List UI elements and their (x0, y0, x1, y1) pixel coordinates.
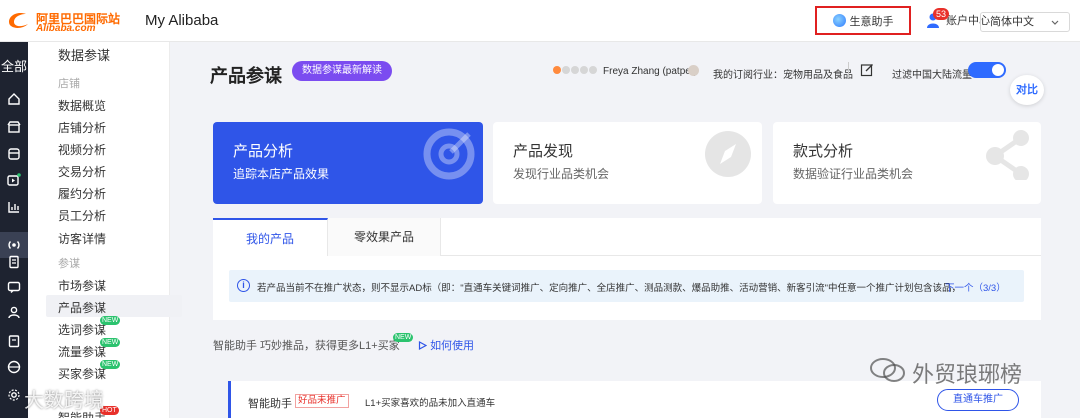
sidebar-item-store-analysis[interactable]: 店铺分析 (58, 119, 106, 136)
subscribed-industry: 我的订阅行业：宠物用品及食品 (713, 70, 853, 81)
row-label: 智能助手 (248, 398, 292, 410)
sidebar-item-staff-analysis[interactable]: 员工分析 (58, 207, 106, 224)
sidebar-item-keyword-advisor[interactable]: 选词参谋 (58, 321, 106, 338)
rating-dot (553, 66, 561, 74)
assistant-label: 生意助手 (849, 15, 894, 28)
alibaba-logo[interactable]: 阿里巴巴国际站 Alibaba.com (6, 8, 120, 36)
sidebar-item-product-advisor[interactable]: 产品参谋 (58, 299, 106, 316)
card-subtitle: 数据验证行业品类机会 (793, 167, 914, 181)
alibaba-logo-icon (9, 12, 28, 28)
page-title: 产品参谋 (210, 66, 282, 86)
latest-insights-pill[interactable]: 数据参谋最新解读 (292, 61, 392, 81)
tab-my-products[interactable]: 我的产品 (213, 218, 328, 256)
new-badge: NEW (100, 360, 121, 369)
sidebar-item-buyer-advisor[interactable]: 买家参谋 (58, 365, 106, 382)
notice-next-link[interactable]: 下一个（3/3） (945, 280, 1006, 294)
promote-button[interactable]: 直通车推广 (937, 389, 1019, 411)
chevron-down-icon (1051, 20, 1059, 25)
card-subtitle: 追踪本店产品效果 (233, 167, 330, 181)
globe-icon[interactable] (7, 360, 21, 374)
language-value: 简体中文 (990, 16, 1034, 28)
how-to-use-link[interactable]: 如何使用 (418, 337, 474, 353)
smart-assistant-tagline: 智能助手 巧妙推品，获得更多L1+买家 (213, 340, 400, 352)
rail-all-menu[interactable]: 全部 (0, 56, 28, 75)
card-subtitle: 发现行业品类机会 (513, 167, 610, 181)
unpromoted-tag: 好品未推广 (295, 394, 349, 408)
sidebar-item-fulfillment-analysis[interactable]: 履约分析 (58, 185, 106, 202)
store-icon[interactable] (7, 120, 21, 134)
notification-badge: 53 (933, 8, 950, 20)
compass-icon (705, 131, 751, 177)
watermark-right: 外贸琅琊榜 (912, 362, 1023, 387)
settings-icon[interactable] (7, 388, 21, 402)
product-list-panel: 我的产品 零效果产品 i 若产品当前不在推广状态，则不显示AD标（即："直通车关… (213, 218, 1041, 320)
card-product-discovery[interactable]: 产品发现 发现行业品类机会 (493, 122, 762, 204)
divider (848, 62, 849, 78)
rating-dot (580, 66, 588, 74)
order-icon[interactable] (7, 334, 21, 348)
logo-english-text: Alibaba.com (36, 23, 96, 34)
new-badge: NEW (100, 316, 121, 325)
sidebar-item-traffic-advisor[interactable]: 流量参谋 (58, 343, 106, 360)
business-assistant-button[interactable]: 生意助手 (815, 6, 911, 35)
card-title: 产品发现 (513, 143, 574, 160)
home-icon[interactable] (7, 92, 21, 106)
filter-mainland-toggle[interactable] (968, 62, 1006, 78)
target-icon (423, 128, 475, 180)
info-icon: i (237, 279, 250, 292)
assistant-icon (832, 14, 846, 27)
card-product-analysis[interactable]: 产品分析 追踪本店产品效果 (213, 122, 483, 204)
card-title: 产品分析 (233, 143, 294, 160)
sidebar-item-trade-analysis[interactable]: 交易分析 (58, 163, 106, 180)
document-icon[interactable] (7, 255, 21, 269)
card-style-analysis[interactable]: 款式分析 数据验证行业品类机会 (773, 122, 1041, 204)
customers-icon[interactable] (7, 305, 21, 319)
tab-bar: 我的产品 零效果产品 (213, 218, 1041, 256)
tab-zero-effect-products[interactable]: 零效果产品 (328, 218, 441, 256)
user-name: Freya Zhang (patpet) (603, 66, 697, 77)
rating-dot (562, 66, 570, 74)
sidebar-item-overview[interactable]: 数据概览 (58, 97, 106, 114)
sidebar-item-market-advisor[interactable]: 市场参谋 (58, 277, 106, 294)
share-nodes-icon (986, 130, 1029, 180)
data-chart-icon[interactable] (7, 200, 21, 214)
compare-button[interactable]: 对比 (1010, 75, 1044, 105)
top-header: 阿里巴巴国际站 Alibaba.com My Alibaba 生意助手 账户中心… (0, 0, 1080, 42)
sidebar-group-advisor: 参谋 (58, 258, 80, 270)
left-rail: 全部 (0, 42, 28, 418)
card-title: 款式分析 (793, 143, 854, 160)
language-select[interactable]: 简体中文 (980, 12, 1070, 32)
app-title: My Alibaba (145, 12, 219, 29)
store-rating (553, 66, 597, 74)
how-to-use-label: 如何使用 (430, 340, 475, 352)
sidebar-item-visitor-details[interactable]: 访客详情 (58, 230, 106, 247)
user-switch-icon[interactable] (688, 65, 699, 76)
wechat-icon (870, 358, 905, 382)
filter-mainland-label: 过滤中国大陆流量 (892, 70, 972, 81)
new-badge: NEW (100, 338, 121, 347)
video-icon[interactable] (7, 173, 21, 187)
rating-dot (571, 66, 579, 74)
sidebar-item-video-analysis[interactable]: 视频分析 (58, 141, 106, 158)
product-icon[interactable] (7, 147, 21, 161)
ad-notice-banner: i 若产品当前不在推广状态，则不显示AD标（即："直通车关键词推广、定向推广、全… (229, 270, 1024, 302)
message-icon[interactable] (7, 280, 21, 294)
new-badge: NEW (393, 333, 414, 342)
row-description: L1+买家喜欢的品未加入直通车 (365, 398, 496, 409)
notice-text: 若产品当前不在推广状态，则不显示AD标（即："直通车关键词推广、定向推广、全店推… (257, 283, 957, 294)
play-icon (418, 340, 428, 351)
sidebar-title: 数据参谋 (58, 48, 111, 63)
edit-icon[interactable] (860, 63, 874, 77)
rating-dot (589, 66, 597, 74)
watermark-left: 大数跨境 (24, 390, 104, 412)
broadcast-icon[interactable] (7, 238, 21, 252)
sidebar-group-store: 店铺 (58, 78, 80, 90)
sidebar: 数据参谋 店铺 数据概览 店铺分析 视频分析 交易分析 履约分析 员工分析 访客… (28, 42, 182, 418)
